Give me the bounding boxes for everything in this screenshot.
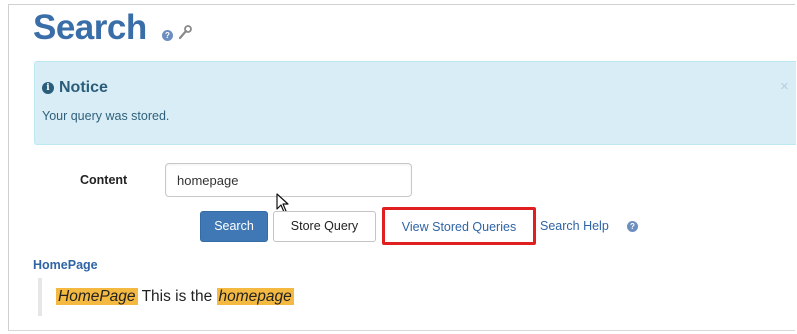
search-button[interactable]: Search (200, 211, 268, 242)
close-icon[interactable]: × (780, 78, 789, 95)
wrench-icon[interactable] (178, 24, 192, 40)
view-stored-queries-button[interactable]: View Stored Queries (382, 207, 536, 245)
page-title: Search (33, 8, 147, 47)
info-circle-icon: i (42, 82, 54, 94)
search-help-link[interactable]: Search Help (540, 219, 609, 233)
result-quote-bar (38, 278, 42, 316)
store-query-button[interactable]: Store Query (273, 211, 376, 242)
content-input[interactable] (165, 163, 412, 197)
result-snippet: HomePage This is the homepage (56, 288, 294, 306)
result-title-link[interactable]: HomePage (33, 258, 98, 272)
question-circle-icon[interactable]: ? (162, 30, 173, 41)
content-label: Content (80, 173, 128, 187)
snippet-text: This is the (137, 288, 217, 305)
highlight-match: HomePage (56, 288, 138, 305)
highlight-match: homepage (216, 288, 294, 305)
notice-message: Your query was stored. (42, 109, 170, 123)
notice-alert: i Notice Your query was stored. × (34, 61, 796, 145)
question-circle-icon[interactable]: ? (627, 221, 638, 232)
notice-title: Notice (59, 79, 108, 96)
